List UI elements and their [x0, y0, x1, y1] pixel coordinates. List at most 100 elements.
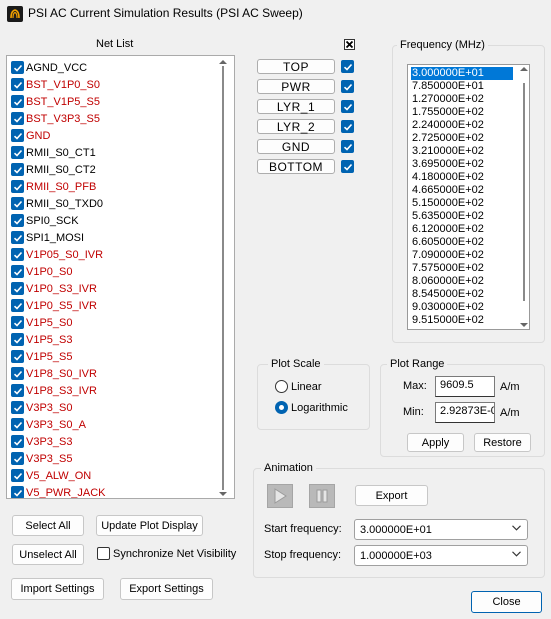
netlist-item[interactable]: V1P0_S0 — [11, 263, 72, 280]
netlist-item[interactable]: V1P8_S3_IVR — [11, 382, 97, 399]
netlist-item[interactable]: V1P8_S0_IVR — [11, 365, 97, 382]
scroll-up-arrow-icon[interactable] — [219, 60, 227, 64]
checkbox-checked-icon[interactable] — [11, 61, 24, 74]
checkbox-checked-icon[interactable] — [11, 180, 24, 193]
checkbox-checked-icon[interactable] — [11, 469, 24, 482]
netlist-item[interactable]: RMII_S0_CT2 — [11, 161, 96, 178]
export-animation-button[interactable]: Export — [355, 485, 428, 506]
frequency-item[interactable]: 1.755000E+02 — [411, 106, 513, 119]
checkbox-unchecked-icon[interactable] — [97, 547, 110, 560]
netlist[interactable]: AGND_VCC BST_V1P0_S0 BST_V1P5_S5 BST_V3P3_S… — [6, 55, 235, 499]
netlist-item[interactable]: V1P5_S0 — [11, 314, 72, 331]
checkbox-checked-icon[interactable] — [11, 350, 24, 363]
layers-toggle-all-icon[interactable] — [344, 39, 355, 50]
restore-button[interactable]: Restore — [474, 433, 531, 452]
layer-button[interactable]: BOTTOM — [257, 159, 335, 174]
checkbox-checked-icon[interactable] — [11, 452, 24, 465]
frequency-item[interactable]: 3.000000E+01 — [411, 67, 513, 80]
layer-button[interactable]: TOP — [257, 59, 335, 74]
layer-checkbox[interactable] — [341, 60, 354, 73]
scroll-thumb[interactable] — [222, 66, 224, 490]
netlist-item[interactable]: BST_V3P3_S5 — [11, 110, 100, 127]
sync-net-visibility-checkbox[interactable]: Synchronize Net Visibility — [97, 547, 236, 560]
frequency-item[interactable]: 7.850000E+01 — [411, 80, 513, 93]
stop-frequency-select[interactable]: 1.000000E+03 — [354, 545, 528, 566]
frequency-item[interactable]: 8.060000E+02 — [411, 275, 513, 288]
scroll-down-arrow-icon[interactable] — [219, 492, 227, 496]
netlist-item[interactable]: V1P0_S3_IVR — [11, 280, 97, 297]
frequency-item[interactable]: 4.180000E+02 — [411, 171, 513, 184]
checkbox-checked-icon[interactable] — [11, 146, 24, 159]
frequency-item[interactable]: 4.665000E+02 — [411, 184, 513, 197]
netlist-item[interactable]: V3P3_S5 — [11, 450, 72, 467]
checkbox-checked-icon[interactable] — [11, 231, 24, 244]
frequency-item[interactable]: 3.695000E+02 — [411, 158, 513, 171]
layer-button[interactable]: LYR_1 — [257, 99, 335, 114]
netlist-item[interactable]: RMII_S0_PFB — [11, 178, 96, 195]
checkbox-checked-icon[interactable] — [11, 384, 24, 397]
checkbox-checked-icon[interactable] — [11, 299, 24, 312]
max-input[interactable]: 9609.5 — [435, 376, 495, 397]
checkbox-checked-icon[interactable] — [11, 214, 24, 227]
netlist-item[interactable]: BST_V1P5_S5 — [11, 93, 100, 110]
import-settings-button[interactable]: Import Settings — [11, 578, 104, 600]
checkbox-checked-icon[interactable] — [11, 265, 24, 278]
layer-checkbox[interactable] — [341, 80, 354, 93]
checkbox-checked-icon[interactable] — [11, 333, 24, 346]
layer-checkbox[interactable] — [341, 160, 354, 173]
frequency-item[interactable]: 5.150000E+02 — [411, 197, 513, 210]
frequency-item[interactable]: 3.210000E+02 — [411, 145, 513, 158]
checkbox-checked-icon[interactable] — [11, 435, 24, 448]
select-all-button[interactable]: Select All — [12, 515, 84, 536]
checkbox-checked-icon[interactable] — [11, 197, 24, 210]
close-button[interactable]: Close — [471, 591, 542, 613]
frequency-item[interactable]: 9.515000E+02 — [411, 314, 513, 327]
netlist-item[interactable]: RMII_S0_CT1 — [11, 144, 96, 161]
apply-button[interactable]: Apply — [407, 433, 464, 452]
scroll-down-arrow-icon[interactable] — [520, 323, 528, 327]
checkbox-checked-icon[interactable] — [11, 367, 24, 380]
netlist-item[interactable]: RMII_S0_TXD0 — [11, 195, 103, 212]
frequency-item[interactable]: 7.575000E+02 — [411, 262, 513, 275]
update-plot-display-button[interactable]: Update Plot Display — [96, 515, 203, 536]
netlist-item[interactable]: V1P05_S0_IVR — [11, 246, 103, 263]
frequency-item[interactable]: 1.270000E+02 — [411, 93, 513, 106]
logarithmic-radio[interactable]: Logarithmic — [275, 401, 348, 414]
unselect-all-button[interactable]: Unselect All — [12, 544, 84, 565]
start-frequency-select[interactable]: 3.000000E+01 — [354, 519, 528, 540]
checkbox-checked-icon[interactable] — [11, 486, 24, 498]
radio-unselected-icon[interactable] — [275, 380, 288, 393]
netlist-item[interactable]: V3P3_S0_A — [11, 416, 86, 433]
frequency-list[interactable]: 3.000000E+01 7.850000E+01 1.270000E+02 1.75… — [407, 64, 530, 330]
netlist-item[interactable]: SPI0_SCK — [11, 212, 79, 229]
checkbox-checked-icon[interactable] — [11, 163, 24, 176]
scroll-up-arrow-icon[interactable] — [520, 67, 528, 71]
checkbox-checked-icon[interactable] — [11, 418, 24, 431]
netlist-item[interactable]: V3P3_S3 — [11, 433, 72, 450]
frequency-item[interactable]: 2.240000E+02 — [411, 119, 513, 132]
layer-button[interactable]: LYR_2 — [257, 119, 335, 134]
checkbox-checked-icon[interactable] — [11, 112, 24, 125]
export-settings-button[interactable]: Export Settings — [120, 578, 213, 600]
layer-button[interactable]: GND — [257, 139, 335, 154]
layer-checkbox[interactable] — [341, 140, 354, 153]
netlist-item[interactable]: V5_ALW_ON — [11, 467, 91, 484]
scroll-thumb[interactable] — [523, 83, 525, 301]
radio-selected-icon[interactable] — [275, 401, 288, 414]
netlist-item[interactable]: V1P0_S5_IVR — [11, 297, 97, 314]
checkbox-checked-icon[interactable] — [11, 248, 24, 261]
netlist-item[interactable]: BST_V1P0_S0 — [11, 76, 100, 93]
netlist-item[interactable]: AGND_VCC — [11, 59, 87, 76]
frequency-item[interactable]: 6.605000E+02 — [411, 236, 513, 249]
netlist-item[interactable]: V3P3_S0 — [11, 399, 72, 416]
frequency-item[interactable]: 7.090000E+02 — [411, 249, 513, 262]
checkbox-checked-icon[interactable] — [11, 401, 24, 414]
netlist-item[interactable]: V1P5_S5 — [11, 348, 72, 365]
pause-button[interactable] — [309, 484, 335, 508]
layer-checkbox[interactable] — [341, 120, 354, 133]
netlist-item[interactable]: V1P5_S3 — [11, 331, 72, 348]
checkbox-checked-icon[interactable] — [11, 316, 24, 329]
frequency-item[interactable]: 2.725000E+02 — [411, 132, 513, 145]
layer-checkbox[interactable] — [341, 100, 354, 113]
min-input[interactable]: 2.92873E-0 — [435, 402, 495, 423]
